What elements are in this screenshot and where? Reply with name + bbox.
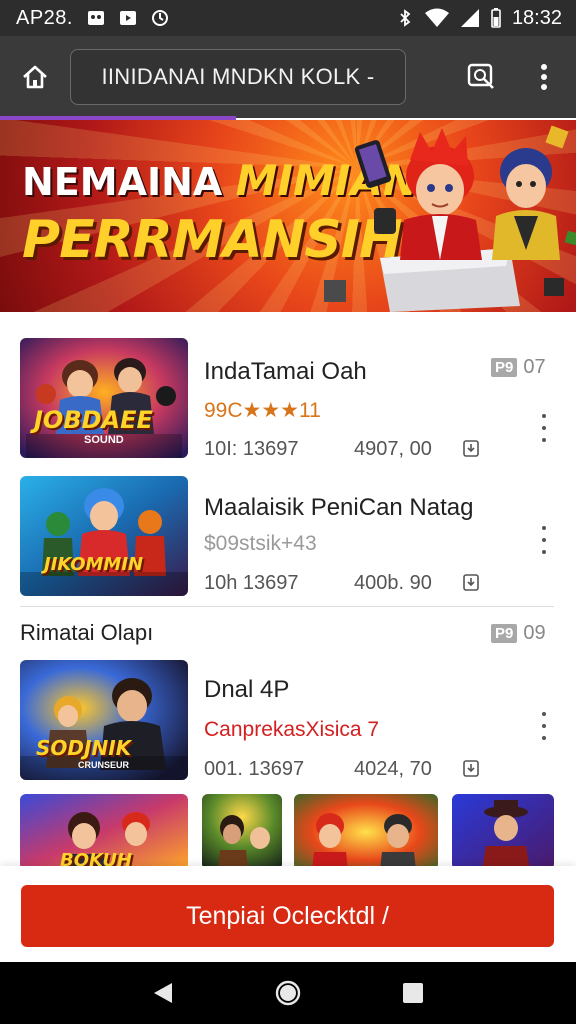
battery-icon [491, 8, 501, 28]
vertical-dots-icon [541, 64, 547, 90]
notification-app-icon [87, 11, 104, 25]
download-icon[interactable] [462, 758, 480, 778]
home-circle-icon [275, 980, 301, 1006]
bluetooth-icon [400, 9, 411, 27]
download-icon[interactable] [462, 572, 480, 592]
cell-signal-icon [460, 9, 479, 27]
list-item[interactable]: SODJNIK CRUNSEUR Dnal 4P CanprekasXisica… [0, 656, 576, 786]
game-art-title: JIKOMMIN [44, 554, 144, 575]
home-icon [23, 65, 47, 89]
game-art-title: SODJNIK [36, 736, 132, 760]
recents-square-icon [403, 983, 424, 1003]
game-tile-art [202, 794, 282, 870]
game-tile[interactable] [202, 794, 282, 870]
bottom-action-area: Tenpiai Oclecktdl / [0, 866, 576, 962]
status-left-text: AP28. [16, 6, 73, 29]
more-options-button[interactable] [534, 712, 554, 740]
tab-switcher-button[interactable] [452, 36, 512, 118]
game-title[interactable]: Maalaisik PeniCan Natag [204, 494, 473, 522]
download-icon[interactable] [462, 438, 480, 458]
primary-cta-button[interactable]: Tenpiai Oclecktdl / [21, 885, 554, 947]
wifi-icon [424, 8, 449, 27]
game-rating: CanprekasXisica 7 [204, 718, 380, 741]
section-divider [20, 606, 554, 607]
status-clock: 18:32 [511, 6, 562, 29]
home-button[interactable] [0, 36, 70, 118]
rank-badge-label: P9 [491, 624, 518, 643]
more-options-button[interactable] [534, 414, 554, 442]
system-nav-bar [0, 962, 576, 1024]
game-rank-badge: P9 07 [491, 356, 546, 379]
game-meta-id: 10I: 13697 [204, 438, 299, 460]
game-meta-size: 4907, 00 [354, 438, 432, 460]
game-tile[interactable]: BOKUH [20, 794, 188, 870]
nav-back-button[interactable] [143, 973, 183, 1013]
game-art-subtitle: CRUNSEUR [78, 760, 130, 770]
section-title: Rimatai Olapı [20, 620, 154, 645]
nav-recents-button[interactable] [393, 973, 433, 1013]
more-options-button[interactable] [534, 526, 554, 554]
game-title[interactable]: Dnal 4P [204, 676, 289, 704]
game-meta-id: 10h 13697 [204, 572, 299, 594]
game-art-title: JOBDAEE [34, 406, 153, 434]
rank-badge-number: 09 [523, 622, 546, 644]
game-tile[interactable] [294, 794, 438, 870]
game-meta-size: 4024, 70 [354, 758, 432, 780]
back-triangle-icon [153, 983, 172, 1003]
tab-search-icon [467, 63, 494, 89]
browser-toolbar: IINIDANAI MNDKN KOLK - [0, 36, 576, 118]
game-tile-art [294, 794, 438, 870]
game-tile-art [452, 794, 554, 870]
sync-notification-icon [151, 10, 168, 26]
nav-home-button[interactable] [268, 973, 308, 1013]
game-tile[interactable] [452, 794, 554, 870]
game-art-image [20, 476, 188, 596]
game-meta-id: 001. 13697 [204, 758, 305, 780]
overflow-menu-button[interactable] [512, 36, 576, 118]
game-rating: $09stsik+43 [204, 532, 317, 555]
url-bar[interactable]: IINIDANAI MNDKN KOLK - [70, 49, 406, 105]
banner-characters-illustration [324, 125, 576, 312]
promo-banner[interactable]: NEMAINA MIMIAN PERRMANSIH [0, 120, 576, 312]
list-item[interactable]: JIKOMMIN Maalaisik PeniCan Natag $09stsi… [0, 472, 576, 602]
game-art-subtitle: SOUND [84, 434, 124, 446]
game-thumbnail[interactable]: JIKOMMIN [20, 476, 188, 596]
list-item[interactable]: JOBDAEE SOUND IndaTamai Oah 99C★★★11 10I… [0, 336, 576, 466]
rank-badge-number: 07 [523, 356, 546, 378]
youtube-notification-icon [119, 11, 136, 25]
game-meta-size: 400b. 90 [354, 572, 432, 594]
game-thumbnail[interactable]: JOBDAEE SOUND [20, 338, 188, 458]
banner-headline-white: NEMAINA [22, 160, 223, 204]
section-rank-badge: P9 09 [491, 622, 546, 645]
game-title[interactable]: IndaTamai Oah [204, 358, 367, 386]
rank-badge-label: P9 [491, 358, 518, 377]
game-rating: 99C★★★11 [204, 399, 321, 422]
game-thumbnail[interactable]: SODJNIK CRUNSEUR [20, 660, 188, 780]
status-bar: AP28. 18:32 [0, 0, 576, 36]
